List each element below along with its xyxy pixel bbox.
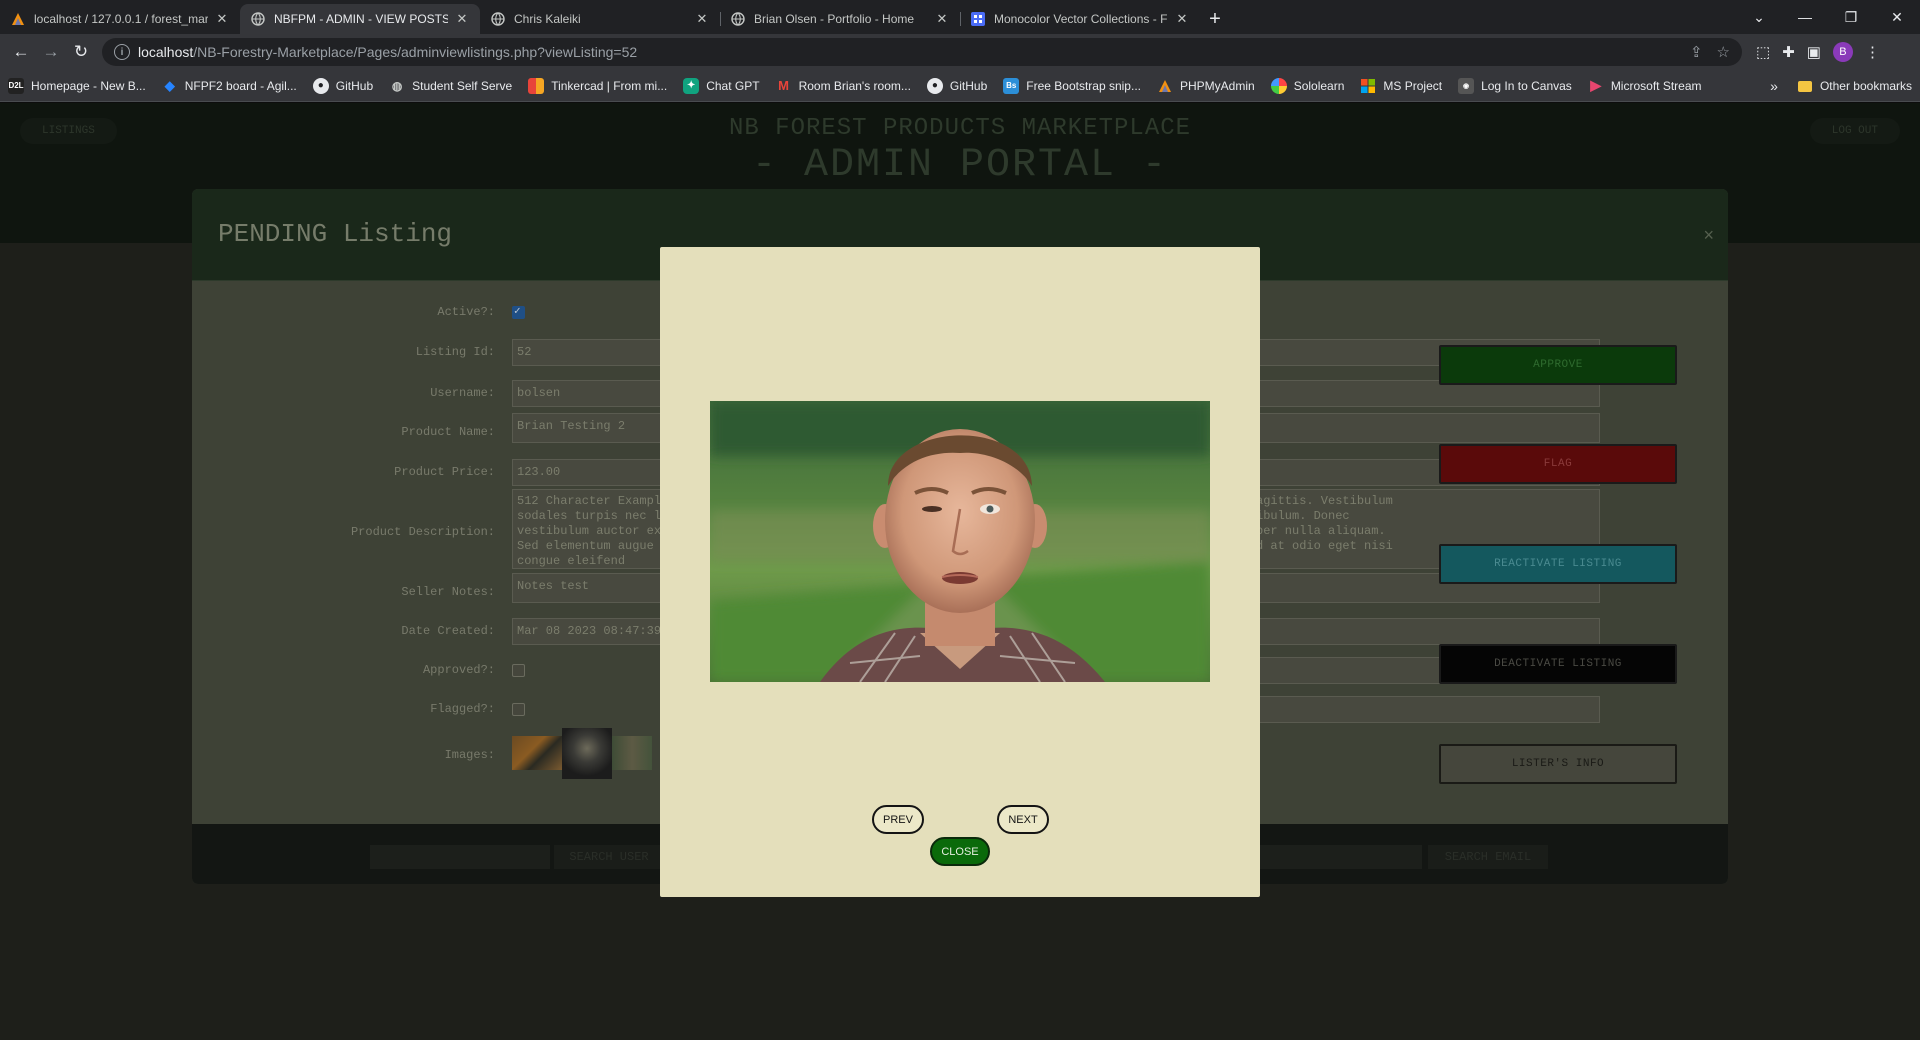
- bookmark-item[interactable]: Sololearn: [1270, 77, 1344, 94]
- new-tab-button[interactable]: +: [1200, 4, 1230, 34]
- globe-icon: ◍: [391, 78, 403, 93]
- close-window-icon[interactable]: ✕: [1874, 0, 1920, 34]
- close-icon[interactable]: ✕: [454, 11, 470, 27]
- tab-title: localhost / 127.0.0.1 / forest_mar: [34, 12, 208, 26]
- more-bookmarks-chevron-icon[interactable]: »: [1770, 78, 1778, 94]
- bookmark-item[interactable]: Tinkercad | From mi...: [528, 77, 667, 94]
- restore-icon[interactable]: ❐: [1828, 0, 1874, 34]
- bookmark-item[interactable]: ✦ Chat GPT: [683, 77, 760, 94]
- prev-image-button[interactable]: PREV: [872, 805, 924, 834]
- back-arrow-icon[interactable]: ←: [6, 37, 36, 67]
- github-icon: ●: [312, 77, 329, 94]
- bookmark-item[interactable]: ● GitHub: [926, 77, 987, 94]
- folder-icon: [1797, 80, 1812, 92]
- browser-toolbar: ← → ↻ i localhost/NB-Forestry-Marketplac…: [0, 34, 1920, 70]
- globe-icon: [490, 11, 506, 27]
- globe-icon: [730, 11, 746, 27]
- tab-title: Monocolor Vector Collections - F: [994, 12, 1168, 26]
- openai-icon: ✦: [683, 77, 700, 94]
- jira-icon: ◆: [164, 77, 175, 93]
- other-bookmarks[interactable]: Other bookmarks: [1820, 79, 1912, 93]
- side-panel-icon[interactable]: ▣: [1807, 43, 1821, 61]
- browser-tab-brian-olsen-portfolio[interactable]: Brian Olsen - Portfolio - Home ✕: [720, 4, 960, 34]
- tab-strip: localhost / 127.0.0.1 / forest_mar ✕ NBF…: [0, 0, 1920, 34]
- next-image-button[interactable]: NEXT: [997, 805, 1049, 834]
- reload-icon[interactable]: ↻: [66, 37, 96, 67]
- image-viewer-modal: PREV NEXT CLOSE: [660, 247, 1260, 897]
- bookmark-item[interactable]: ◉ Log In to Canvas: [1458, 77, 1572, 94]
- extensions-puzzle-icon[interactable]: ✚: [1782, 43, 1795, 61]
- extension-pin-icon[interactable]: ⬚: [1756, 43, 1770, 61]
- bootsnipp-icon: Bs: [1003, 77, 1020, 94]
- share-icon[interactable]: ⇪: [1690, 43, 1703, 61]
- page-viewport: LISTINGS NB FOREST PRODUCTS MARKETPLACE …: [0, 103, 1920, 1040]
- bookmark-item[interactable]: ● GitHub: [312, 77, 373, 94]
- bookmark-item[interactable]: D2L Homepage - New B...: [8, 77, 146, 94]
- stream-icon: ▶: [1590, 77, 1602, 93]
- bookmark-star-icon[interactable]: ☆: [1717, 43, 1730, 61]
- close-icon[interactable]: ✕: [694, 11, 710, 27]
- close-icon[interactable]: ✕: [214, 11, 230, 27]
- close-icon[interactable]: ✕: [934, 11, 950, 27]
- svgrepo-icon: [970, 11, 986, 27]
- tinkercad-icon: [528, 77, 545, 94]
- bookmark-item[interactable]: M Room Brian's room...: [776, 78, 911, 94]
- browser-tab-chris-kaleiki[interactable]: Chris Kaleiki ✕: [480, 4, 720, 34]
- phpmyadmin-icon: [10, 11, 26, 27]
- bookmark-item[interactable]: PHPMyAdmin: [1157, 78, 1255, 94]
- minimize-icon[interactable]: —: [1782, 0, 1828, 34]
- canvas-icon: ◉: [1458, 77, 1475, 94]
- bookmark-item[interactable]: ▶ Microsoft Stream: [1588, 77, 1701, 94]
- bookmark-item[interactable]: ◆ NFPF2 board - Agil...: [162, 78, 297, 94]
- kebab-menu-icon[interactable]: ⋮: [1865, 43, 1880, 61]
- close-icon[interactable]: ✕: [1174, 11, 1190, 27]
- address-bar[interactable]: i localhost/NB-Forestry-Marketplace/Page…: [102, 38, 1742, 66]
- tab-title: Chris Kaleiki: [514, 12, 581, 26]
- close-modal-button[interactable]: CLOSE: [930, 837, 990, 866]
- tab-title: NBFPM - ADMIN - VIEW POSTS: [274, 12, 448, 26]
- phpmyadmin-icon: [1157, 78, 1173, 94]
- profile-avatar[interactable]: B: [1832, 42, 1853, 62]
- globe-icon: [250, 11, 266, 27]
- listing-photo: [710, 401, 1210, 682]
- browser-tab-admin-view-posts[interactable]: NBFPM - ADMIN - VIEW POSTS ✕: [240, 4, 480, 34]
- microsoft-icon: [1360, 78, 1376, 94]
- bookmark-item[interactable]: MS Project: [1360, 78, 1442, 94]
- tab-title: Brian Olsen - Portfolio - Home: [754, 12, 915, 26]
- url-host: localhost: [138, 44, 194, 60]
- url-path: /NB-Forestry-Marketplace/Pages/adminview…: [193, 44, 638, 60]
- github-icon: ●: [926, 77, 943, 94]
- d2l-icon: D2L: [8, 77, 24, 94]
- browser-tab-phpmyadmin[interactable]: localhost / 127.0.0.1 / forest_mar ✕: [0, 4, 240, 34]
- info-icon[interactable]: i: [114, 44, 130, 60]
- bookmark-item[interactable]: Bs Free Bootstrap snip...: [1003, 77, 1141, 94]
- bookmark-item[interactable]: ◍ Student Self Serve: [389, 78, 512, 94]
- sololearn-icon: [1270, 77, 1287, 94]
- window-controls: ⌄ — ❐ ✕: [1736, 0, 1920, 34]
- forward-arrow-icon[interactable]: →: [36, 37, 66, 67]
- tab-search-icon[interactable]: ⌄: [1736, 0, 1782, 34]
- bookmarks-bar: D2L Homepage - New B... ◆ NFPF2 board - Ag…: [0, 70, 1920, 102]
- miro-icon: M: [778, 78, 789, 93]
- browser-tab-monocolor-vectors[interactable]: Monocolor Vector Collections - F ✕: [960, 4, 1200, 34]
